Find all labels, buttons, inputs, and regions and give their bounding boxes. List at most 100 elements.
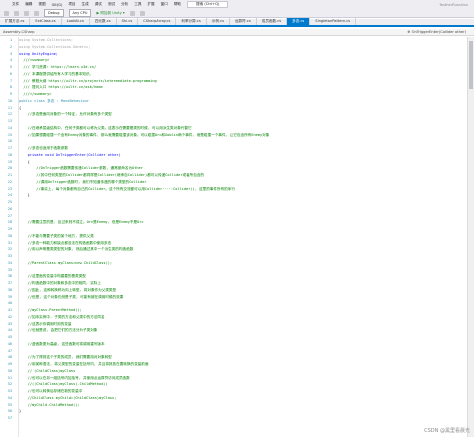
line-number: 11	[7, 105, 12, 110]
menu-item[interactable]: 编辑	[25, 2, 32, 7]
code-line: //需要注意的是, 反过来则不成立。Orc是Enemy, 但是Enemy不是Or…	[19, 220, 144, 225]
editor-tab[interactable]: ExtClass.cs	[30, 18, 62, 25]
search-box[interactable]: 搜索 (Ctrl+Q)	[187, 1, 229, 8]
line-number: 29	[7, 227, 12, 231]
code-line: //因此, 这种转换称为向上转型, 将对象作为父类类型	[19, 287, 117, 292]
line-number: 46	[7, 341, 12, 346]
line-number: 57	[7, 416, 12, 420]
code-line: using UnityEngine;	[19, 51, 58, 56]
code-line: //调用OnTrigger函数时, 我们不知道传递的哪个类型的Collider	[19, 179, 147, 184]
back-icon[interactable]	[4, 10, 9, 16]
watermark: CSDN @黑里看晨光	[424, 428, 470, 434]
config-select[interactable]: Debug	[44, 9, 64, 17]
line-number: 36	[7, 274, 12, 279]
code-editor[interactable]: using System.Collections; using System.Co…	[19, 37, 467, 437]
code-line: //用以声明基类类型的对象, 然后通过其中一个派生类的构造函数	[19, 247, 134, 252]
code-line: //也可以在另一组括号内加括号, 并使用点运算符访问成员函数	[19, 375, 130, 380]
menu-item[interactable]: 分析	[121, 2, 128, 7]
menu-item[interactable]: 项目	[68, 2, 75, 7]
line-number: 22	[7, 179, 12, 184]
line-number: 38	[7, 287, 12, 292]
line-number: 34	[7, 260, 12, 265]
menu-item[interactable]: 窗口	[161, 2, 168, 7]
line-number: 53	[7, 389, 12, 393]
forward-icon[interactable]	[14, 10, 19, 16]
menu-item[interactable]: 测试	[108, 2, 115, 7]
line-number: 30	[7, 233, 12, 238]
code-line: /// 本课程提供给所有人学习的基本知识。	[19, 71, 94, 76]
menu-item[interactable]: 帮助	[174, 2, 181, 7]
editor-tab[interactable]: 成员函数.cs	[257, 18, 288, 25]
vertical-scrollbar[interactable]	[467, 37, 474, 437]
menu-item[interactable]: Git(G)	[52, 3, 63, 7]
save-icon[interactable]	[24, 10, 29, 16]
project-dropdown[interactable]: Assembly-CSharp	[0, 30, 233, 34]
menu-item[interactable]: 生成	[82, 2, 89, 7]
code-line: // (ChildClass)myClass	[19, 368, 76, 373]
tool-icon[interactable]	[129, 10, 135, 16]
line-number: 42	[7, 314, 12, 319]
attach-unity-button[interactable]: ▶ 附加到 Unity ▾	[96, 11, 124, 16]
line-number: 12	[7, 112, 12, 117]
editor-tab[interactable]: SingletonPattern.cs	[310, 18, 357, 25]
platform-select[interactable]: Any CPU	[68, 9, 92, 17]
code-line: //虚函数更为高级, 这些函数可将调用重写版本	[19, 341, 105, 346]
code-line: }	[19, 409, 22, 414]
code-line: //多态是面向对象的一个特征, 允许对象有多个类型	[19, 112, 112, 117]
code-line: //其中任何类型的Collider都同样是Collider(继承自Collide…	[19, 173, 205, 177]
line-number: 52	[7, 382, 12, 387]
scrollbar-thumb[interactable]	[469, 41, 473, 89]
menu-item[interactable]: 视图	[38, 2, 45, 7]
editor-tab[interactable]: 四元数.cs	[90, 18, 117, 25]
line-number: 26	[7, 206, 12, 211]
tool-icon[interactable]	[139, 10, 145, 16]
line-number: 18	[7, 152, 12, 157]
line-number: 48	[7, 355, 12, 360]
line-number: 47	[7, 348, 12, 353]
line-number: 17	[7, 146, 12, 150]
code-line: using System.Collections.Generic;	[19, 44, 91, 49]
editor-tab[interactable]: LookAt.cs	[62, 18, 90, 25]
code-line: //这表示你调用时用的变量	[19, 321, 72, 326]
code-line: //myClass.ParentMethod();	[19, 308, 82, 312]
line-number: 21	[7, 173, 12, 177]
line-number: 44	[7, 328, 12, 333]
menu-item[interactable]: 工具	[134, 2, 141, 7]
line-number: 10	[7, 98, 12, 103]
menu-item[interactable]: 文件	[12, 2, 19, 7]
code-line: //为了得到这个子类的成员, 我们需要用对对象转型	[19, 355, 112, 360]
line-number: 39	[7, 294, 12, 299]
code-line: /// 教程大纲 https://uiltr.cn/projects/inter…	[19, 78, 157, 83]
editor-tab[interactable]: 示例.cs	[207, 18, 230, 25]
line-number-gutter: 1 2 3 4 5 6 7 8 9 10 11 12 13 14 15 16 17 18 19 20 21 22 23 24 2…	[0, 37, 19, 437]
line-number: 54	[7, 395, 12, 400]
document-tabs: 扩展方法.cs ExtClass.cs LookAt.cs 四元数.cs Shi.cs C…	[0, 18, 474, 27]
editor-tab[interactable]: 运算符.cs	[230, 18, 257, 25]
undo-icon[interactable]	[34, 10, 39, 16]
code-line: /// 学习资源: https://learn.u3d.cn/	[19, 65, 97, 69]
code-line: //这里面的变量中构建要的基类类型	[19, 274, 86, 279]
line-number: 1	[9, 38, 12, 42]
line-number: 28	[7, 220, 12, 225]
code-line: //构造函数中的对象和多态中的相同, 实际上	[19, 281, 101, 285]
code-line: //不能与需要子类的某个地方, 提供父类	[19, 233, 94, 238]
code-line: //但是, 这个对象仍然是子类, 可能有被在调用时候的效果	[19, 294, 124, 299]
member-dropdown[interactable]: ⊕ OnTriggerEnter(Collider other)	[408, 30, 467, 34]
line-number: 25	[7, 200, 12, 204]
line-number: 49	[7, 362, 12, 366]
line-number: 41	[7, 308, 12, 312]
code-line: //如本实例中, 子类的方法和父类中的方法同名	[19, 314, 105, 319]
line-number: 20	[7, 166, 12, 171]
line-number: 14	[7, 125, 12, 130]
menu-item[interactable]: 调试	[95, 2, 102, 7]
code-line: using System.Collections;	[19, 38, 74, 42]
editor-tab[interactable]: Shi.cs	[117, 18, 139, 25]
editor-tab[interactable]: 利率计算.cs	[176, 18, 207, 25]
editor-tab[interactable]: 扩展方法.cs	[0, 18, 31, 25]
editor-tab[interactable]: CSharpArray.cs	[138, 18, 177, 25]
editor-tab[interactable]: 多态.cs	[287, 18, 311, 25]
line-number: 40	[7, 301, 12, 306]
menu-item[interactable]: 扩展	[147, 2, 154, 7]
line-number: 50	[7, 368, 12, 373]
code-line: ///</summary>	[19, 92, 52, 96]
